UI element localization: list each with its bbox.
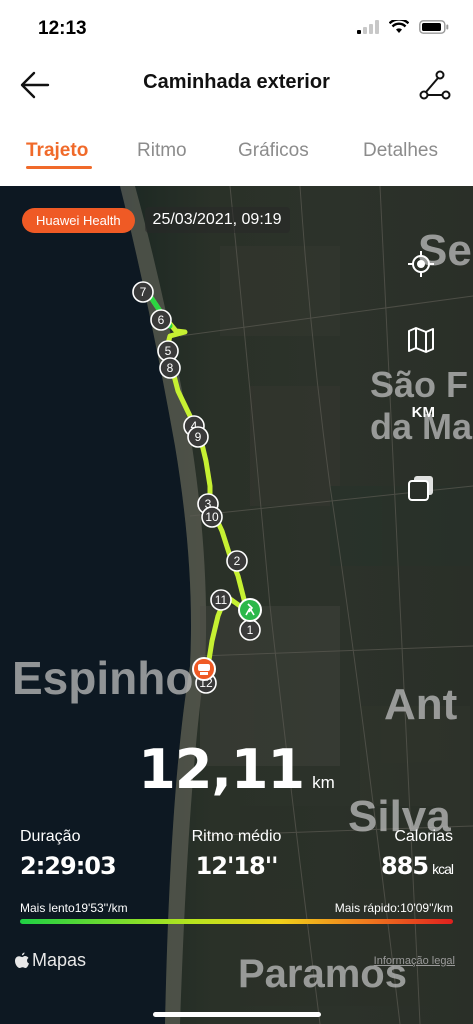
km-marker-label: 10 xyxy=(205,510,219,524)
route-map[interactable]: Espinho São F da Ma Se Ant Silva Paramos… xyxy=(0,186,473,1024)
map-type-button[interactable] xyxy=(399,318,443,362)
battery-icon xyxy=(419,20,449,34)
tab-trajeto[interactable]: Trajeto xyxy=(26,140,88,162)
distance-unit: km xyxy=(312,773,335,792)
maps-label: Mapas xyxy=(32,950,87,970)
km-marker: 8 xyxy=(159,357,181,379)
maps-attribution: Mapas xyxy=(14,950,86,971)
calories-unit: kcal xyxy=(432,861,454,877)
km-marker-label: 2 xyxy=(234,554,241,568)
km-markers: 765849310211112 xyxy=(132,281,262,694)
km-marker-label: 6 xyxy=(158,313,165,327)
tab-ritmo[interactable]: Ritmo xyxy=(137,140,187,162)
km-marker-label: 7 xyxy=(140,285,147,299)
tab-detalhes[interactable]: Detalhes xyxy=(363,140,438,162)
home-indicator xyxy=(153,1012,321,1017)
share-route-button[interactable] xyxy=(417,68,451,102)
km-marker: 9 xyxy=(187,426,209,448)
layers-button[interactable] xyxy=(399,466,443,510)
km-marker-label: 5 xyxy=(165,344,172,358)
pace-range: Mais lento19'53''/km Mais rápido:10'09''… xyxy=(20,901,453,917)
workout-datetime: 25/03/2021, 09:19 xyxy=(144,207,290,233)
km-marker: 10 xyxy=(201,506,223,528)
map-icon xyxy=(408,327,434,353)
status-icons xyxy=(357,20,449,34)
status-time: 12:13 xyxy=(38,18,87,39)
unit-toggle[interactable]: KM xyxy=(412,404,435,421)
apple-logo-icon xyxy=(15,952,29,968)
source-row: Huawei Health 25/03/2021, 09:19 xyxy=(22,206,290,234)
calories-stat: Calorias 885 kcal xyxy=(380,828,454,880)
fastest-pace: Mais rápido:10'09''/km xyxy=(334,901,453,915)
active-tab-indicator xyxy=(26,166,92,169)
finish-marker xyxy=(192,657,216,681)
km-marker-label: 8 xyxy=(167,361,174,375)
distance-value: 12,11 xyxy=(138,738,305,801)
status-bar: 12:13 xyxy=(0,0,473,58)
wifi-icon xyxy=(389,20,409,33)
start-marker xyxy=(238,598,262,622)
nav-bar: Caminhada exterior xyxy=(0,58,473,110)
km-marker: 1 xyxy=(239,619,261,641)
legal-link[interactable]: Informação legal xyxy=(374,955,455,967)
signal-icon xyxy=(357,20,379,34)
tab-bar: Trajeto Ritmo Gráficos Detalhes xyxy=(0,134,473,174)
header-area: 12:13 Caminhada exterior Trajeto Ritmo G… xyxy=(0,0,473,186)
slowest-pace: Mais lento19'53''/km xyxy=(20,901,128,915)
km-marker: 6 xyxy=(150,309,172,331)
km-marker-label: 11 xyxy=(215,593,228,607)
share-route-icon xyxy=(419,70,451,100)
km-marker: 2 xyxy=(226,550,248,572)
km-marker-label: 1 xyxy=(247,623,254,637)
km-marker: 11 xyxy=(210,589,232,611)
km-marker: 7 xyxy=(132,281,154,303)
distance-display: 12,11 km xyxy=(0,738,473,801)
source-badge: Huawei Health xyxy=(22,207,135,233)
calories-label: Calorias xyxy=(394,828,453,845)
page-title: Caminhada exterior xyxy=(143,71,330,93)
km-marker-label: 9 xyxy=(195,430,202,444)
locate-button[interactable] xyxy=(399,242,443,286)
locate-icon xyxy=(408,251,434,277)
pace-gradient-bar xyxy=(20,919,453,924)
calories-value: 885 xyxy=(380,852,429,880)
layers-icon xyxy=(408,476,433,501)
tab-graficos[interactable]: Gráficos xyxy=(238,140,309,162)
